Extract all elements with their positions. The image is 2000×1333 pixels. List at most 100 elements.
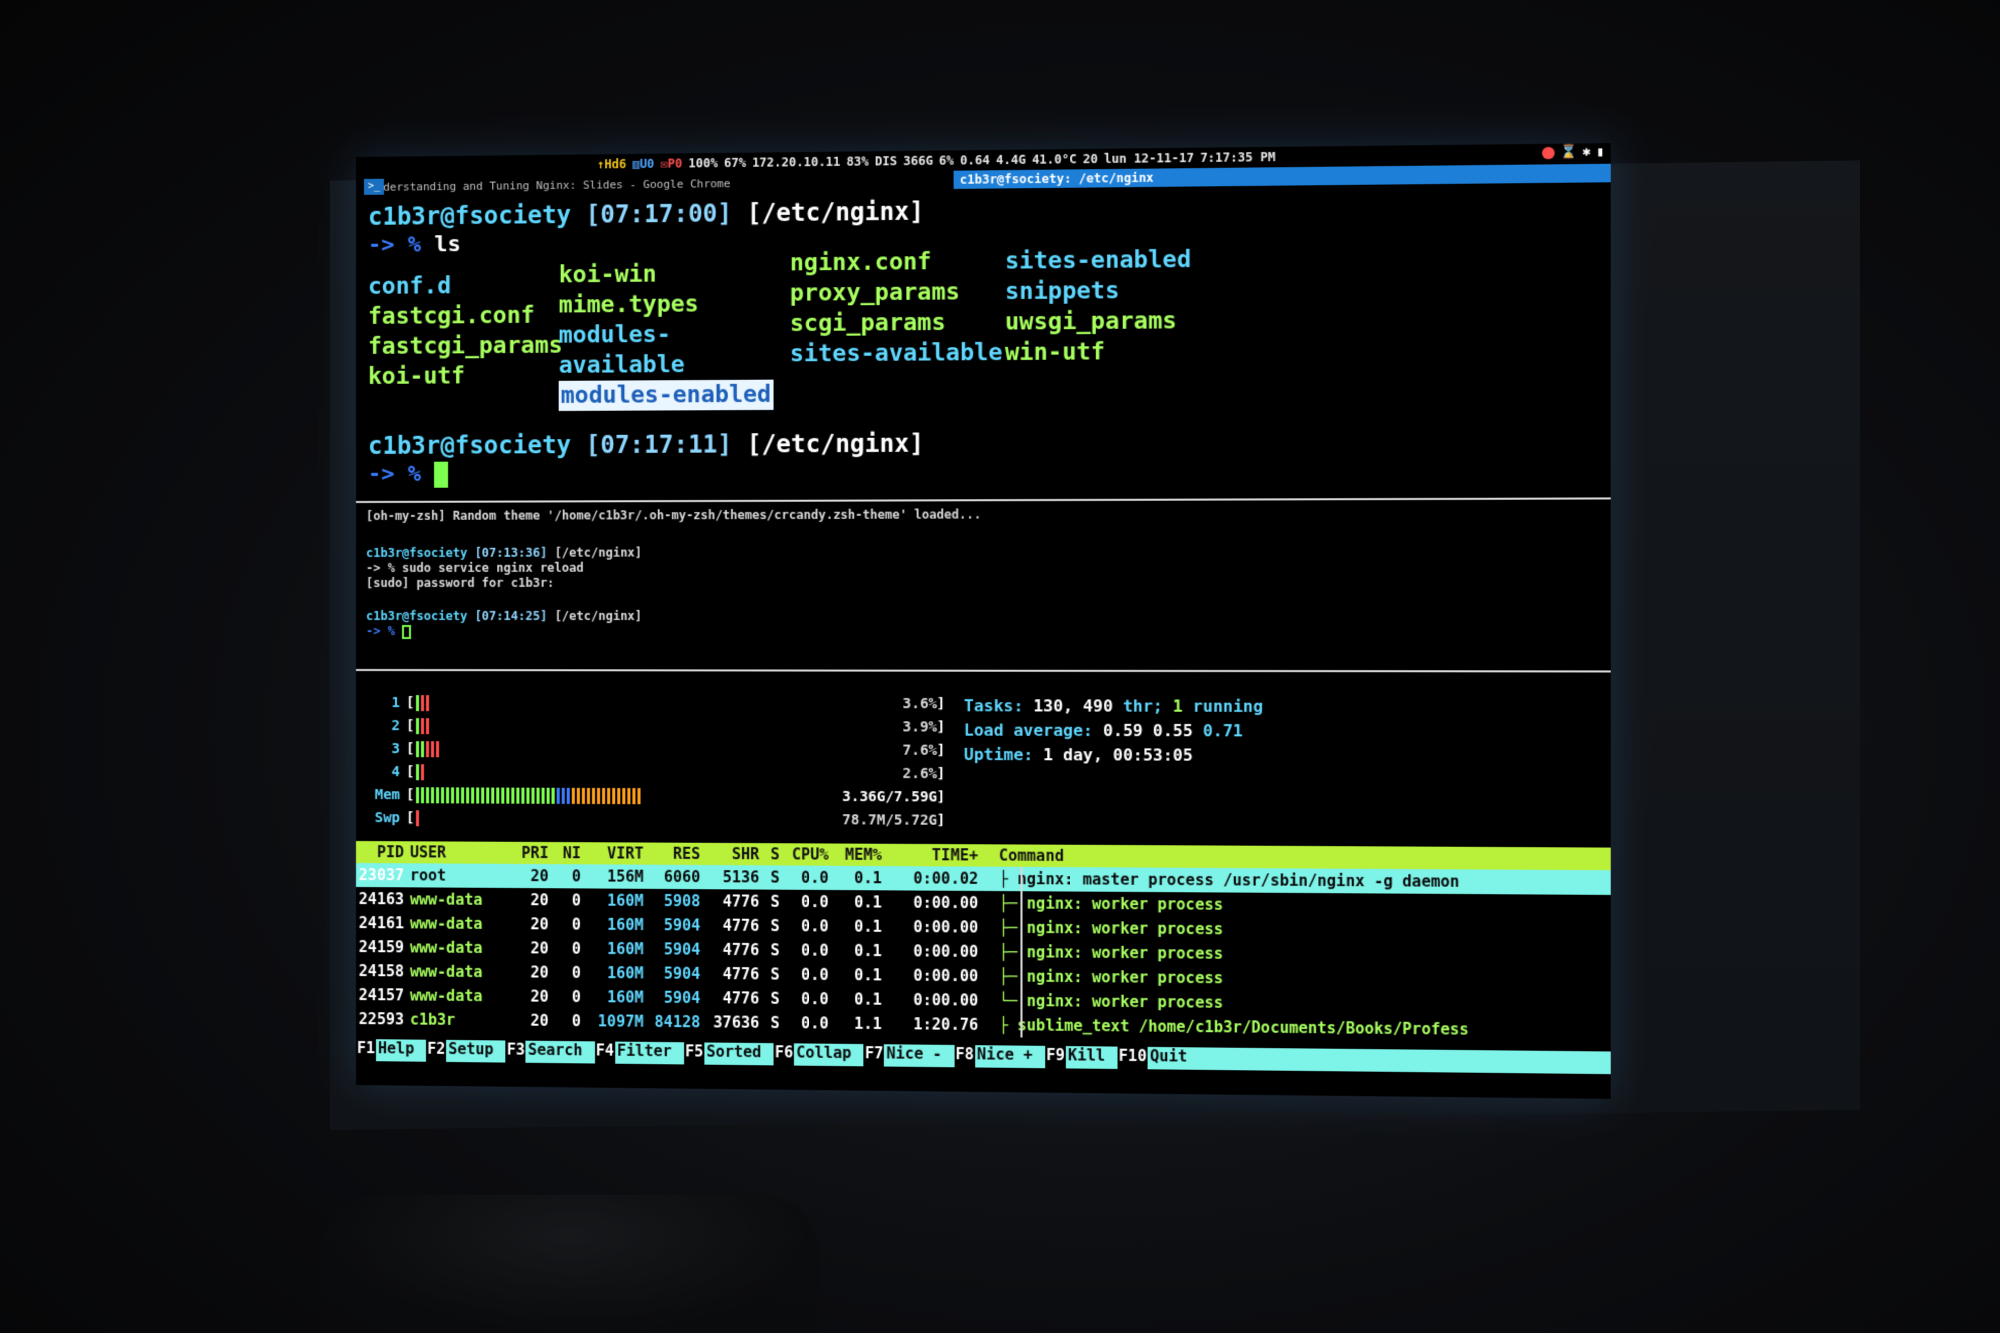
column-header-ni[interactable]: NI [555,844,587,862]
meter-bars [416,741,439,757]
gear-icon[interactable]: ✱ [1583,144,1591,160]
fkey-key: F1 [356,1039,376,1061]
ls-column: koi-win mime.types modules-available module… [559,258,790,411]
fkey-collap[interactable]: F6 Collap [774,1043,864,1066]
process-pid: 24163 [356,890,410,908]
process-shr: 4776 [706,941,765,960]
fkey-search[interactable]: F3 Search [506,1040,595,1063]
record-icon[interactable] [1542,146,1555,158]
meter-segment [421,741,424,757]
meter-segment [497,787,500,803]
ls-column: nginx.conf proxy_params scgi_params sites-a… [790,246,1005,410]
function-key-bar: F1 Help F2 Setup F3 Search F4 Filter F5 Sorted F6 C… [356,1039,1611,1074]
process-user: www-data [410,914,510,933]
meter-segment [416,718,419,734]
status-stat: lun 12-11-17 [1104,151,1194,166]
tasks-label: Tasks: [964,696,1023,715]
column-header-virt[interactable]: VIRT [587,844,650,862]
process-cpu: 0.0 [786,1014,835,1033]
process-time: 0:00.00 [888,991,984,1010]
process-virt: 160M [587,916,650,935]
ls-entry: sites-available [790,338,1005,370]
meter-bracket: ] [937,742,946,758]
uptime-line: Uptime: 1 day, 00:53:05 [964,743,1263,768]
column-header-user[interactable]: USER [410,843,510,862]
fkey-label: Quit [1148,1047,1200,1070]
prompt-user: c1b3r@fsociety [368,431,571,460]
meter-label: 4 [366,764,406,780]
column-header-command[interactable]: Command [984,846,1568,868]
prompt-line-2: c1b3r@fsociety [07:14:25] [/etc/nginx] [366,609,1611,624]
terminal-pane-top[interactable]: c1b3r@fsociety [07:17:00] [/etc/nginx] -… [356,191,1611,503]
battery-icon[interactable]: ▮ [1596,144,1604,160]
status-stat: 41.0°C [1032,152,1077,167]
meter-segment [472,787,475,803]
fkey-filter[interactable]: F4 Filter [595,1041,684,1064]
process-ni: 0 [555,867,587,885]
terminal-pane-middle[interactable]: [oh-my-zsh] Random theme '/home/c1b3r/.o… [356,506,1611,673]
fkey-setup[interactable]: F2 Setup [426,1040,506,1063]
htop-pane[interactable]: 1 [3.6%] 2 [3.9%] 3 [7.6%] 4 [2.6%] Mem [3.36G/7.… [356,671,1611,1099]
ls-entry: koi-utf [368,361,559,392]
process-user: www-data [410,938,510,957]
process-time: 0:00.00 [888,918,984,937]
meter-segment [416,695,419,711]
process-ni: 0 [555,988,587,1006]
chrome-window-title[interactable]: Understanding and Tuning Nginx: Slides -… [370,177,730,194]
column-header-time[interactable]: TIME+ [888,846,984,865]
process-pri: 20 [510,891,554,909]
meter-label: 2 [366,718,406,734]
meter-value: 78.7M/5.72G [842,812,937,829]
fkey-quit[interactable]: F10 Quit [1118,1047,1200,1070]
process-virt: 1097M [587,1012,650,1031]
process-cmd: └─ nginx: worker process [984,991,1568,1015]
column-header-s[interactable]: S [765,845,785,863]
fkey-nice[interactable]: F8 Nice + [954,1045,1045,1068]
process-pri: 20 [510,987,554,1005]
fkey-nice[interactable]: F7 Nice - [864,1044,954,1067]
meter-mem: Mem[3.36G/7.59G] [366,783,933,809]
column-header-pid[interactable]: PID [356,843,410,861]
column-header-cpu[interactable]: CPU% [786,845,835,863]
column-header-pri[interactable]: PRI [510,844,554,862]
process-s: S [765,868,785,886]
column-header-res[interactable]: RES [650,845,707,863]
process-cpu: 0.0 [786,990,835,1009]
status-stat: 366G [903,154,933,169]
fkey-help[interactable]: F1 Help [356,1039,426,1062]
running-count: 1 [1173,696,1183,715]
prompt-arrow: -> % [366,624,395,638]
prompt-line: c1b3r@fsociety [07:13:36] [/etc/nginx] [366,544,1611,561]
process-pri: 20 [510,939,554,957]
terminal-icon[interactable]: >_ [364,179,384,195]
theme-message: [oh-my-zsh] Random theme '/home/c1b3r/.o… [366,506,1611,524]
column-header-shr[interactable]: SHR [706,845,765,863]
meter-segment [416,741,419,757]
meter-bracket: ] [937,812,946,828]
prompt-user: c1b3r@fsociety [368,201,571,231]
process-shr: 4776 [706,989,765,1008]
process-pri: 20 [510,1011,554,1029]
prompt-arrow: -> % [368,232,421,257]
fkey-sorted[interactable]: F5 Sorted [684,1042,774,1065]
command-line-2[interactable]: -> % [368,457,1611,488]
process-table: PID USER PRI NI VIRT RES SHR S CPU% MEM% TIME+ Comm… [356,841,1611,1043]
ls-entry: modules-enabled [559,380,774,411]
htop-meters: 1[3.6%] 2[3.9%] 3[7.6%] 4[2.6%] Mem[3.36G/7.… [366,691,933,832]
meter-segment [452,787,455,803]
fkey-label: Collap [794,1043,864,1066]
command-line[interactable]: -> % [366,624,1611,640]
process-cpu: 0.0 [786,893,835,912]
process-s: S [765,941,785,959]
command-text: ls [434,232,461,257]
fkey-label: Sorted [704,1042,773,1065]
meter-segment [441,787,444,803]
load-label: Load average: [964,720,1093,740]
meter-bars [416,718,429,734]
fkey-kill[interactable]: F9 Kill [1045,1046,1118,1069]
hourglass-icon[interactable]: ⌛ [1560,145,1577,161]
fkey-key: F10 [1118,1047,1148,1070]
ls-column: sites-enabled snippets uwsgi_params win-utf [1005,244,1212,408]
column-header-mem[interactable]: MEM% [835,846,888,865]
ls-entry: sites-enabled [1005,244,1212,276]
